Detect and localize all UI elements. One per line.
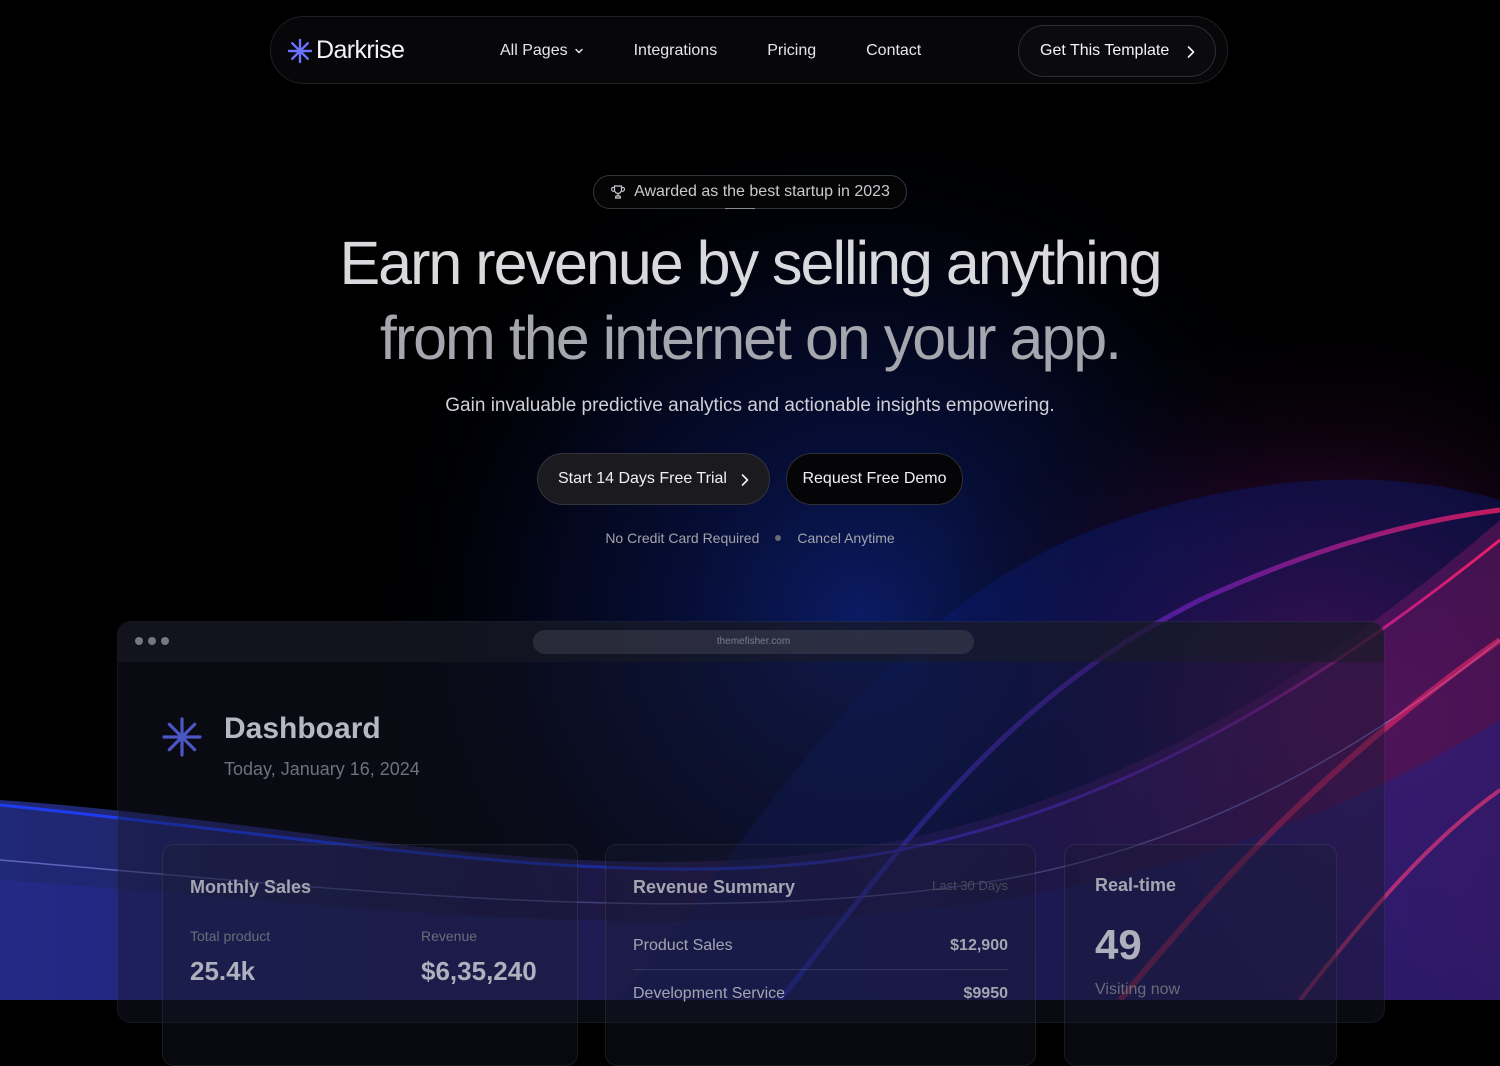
get-template-button[interactable]: Get This Template bbox=[1018, 25, 1216, 77]
monthly-sales-card: Monthly Sales Total product 25.4k Revenu… bbox=[162, 844, 578, 1066]
award-badge-text: Awarded as the best startup in 2023 bbox=[634, 183, 890, 200]
badge-underline bbox=[725, 208, 755, 209]
card-title: Monthly Sales bbox=[190, 877, 312, 897]
hero-headline-line2: from the internet on your app. bbox=[379, 304, 1122, 372]
revenue-row: Product Sales $12,900 bbox=[633, 937, 1008, 955]
hero-headline-line1: Earn revenue by selling anything bbox=[339, 229, 1162, 297]
trophy-icon bbox=[611, 185, 626, 199]
revenue-row-value: $12,900 bbox=[950, 937, 1008, 954]
chevron-down-icon bbox=[574, 48, 583, 54]
realtime-card: Real-time 49 Visiting now bbox=[1064, 844, 1337, 1066]
card-title: Revenue Summary bbox=[633, 877, 796, 897]
browser-titlebar: themefisher.com bbox=[118, 622, 1384, 662]
realtime-label: Visiting now bbox=[1095, 981, 1181, 998]
hero-notes: No Credit Card Required Cancel Anytime bbox=[0, 530, 1500, 546]
revenue-row-label: Development Service bbox=[633, 985, 786, 1002]
browser-url-bar: themefisher.com bbox=[533, 630, 974, 654]
note-cancel-anytime: Cancel Anytime bbox=[797, 530, 895, 546]
dashboard-preview-window: themefisher.com Dashboard Today, January… bbox=[117, 621, 1385, 1066]
nav-item-all-pages[interactable]: All Pages bbox=[500, 42, 584, 60]
note-no-credit-card: No Credit Card Required bbox=[605, 530, 760, 546]
window-dot bbox=[161, 637, 169, 645]
nav-item-label: Integrations bbox=[633, 42, 718, 59]
metric-label: Total product bbox=[190, 928, 271, 944]
award-badge: Awarded as the best startup in 2023 bbox=[593, 175, 907, 209]
window-controls bbox=[135, 637, 174, 645]
brand-name: Darkrise bbox=[316, 36, 405, 64]
revenue-row-label: Product Sales bbox=[633, 937, 733, 954]
nav-item-integrations[interactable]: Integrations bbox=[634, 42, 718, 60]
dashboard-title: Dashboard bbox=[224, 712, 381, 745]
asterisk-logo-icon bbox=[287, 38, 313, 63]
window-dot bbox=[135, 637, 143, 645]
request-demo-label: Request Free Demo bbox=[802, 470, 947, 487]
revenue-row-value: $9950 bbox=[963, 985, 1009, 1002]
nav-item-contact[interactable]: Contact bbox=[866, 42, 921, 60]
metric-value: 25.4k bbox=[190, 956, 256, 986]
chevron-right-icon bbox=[1187, 46, 1195, 58]
revenue-summary-card: Revenue Summary Last 30 Days Product Sal… bbox=[605, 844, 1036, 1066]
top-navbar: Darkrise All Pages Integrations Pricing … bbox=[270, 16, 1228, 84]
get-template-label: Get This Template bbox=[1040, 42, 1170, 59]
card-title: Real-time bbox=[1095, 875, 1177, 895]
realtime-value: 49 bbox=[1095, 921, 1142, 968]
period-label: Last 30 Days bbox=[932, 878, 1008, 893]
metric-label: Revenue bbox=[421, 928, 478, 944]
row-divider bbox=[633, 969, 1008, 970]
nav-item-label: All Pages bbox=[500, 42, 568, 59]
nav-item-pricing[interactable]: Pricing bbox=[767, 42, 816, 60]
asterisk-logo-icon bbox=[162, 717, 202, 757]
dashboard-date: Today, January 16, 2024 bbox=[224, 759, 420, 779]
note-separator-dot bbox=[775, 535, 782, 541]
nav-item-label: Pricing bbox=[767, 42, 817, 59]
hero-subheadline: Gain invaluable predictive analytics and… bbox=[445, 395, 1055, 416]
chevron-right-icon bbox=[741, 474, 749, 486]
metric-value: $6,35,240 bbox=[421, 956, 537, 986]
window-dot bbox=[148, 637, 156, 645]
nav-links: All Pages Integrations Pricing Contact bbox=[500, 17, 971, 85]
nav-item-label: Contact bbox=[866, 42, 922, 59]
brand-logo[interactable]: Darkrise bbox=[287, 36, 405, 65]
start-free-trial-button[interactable]: Start 14 Days Free Trial bbox=[537, 453, 770, 505]
request-demo-button[interactable]: Request Free Demo bbox=[786, 453, 963, 505]
revenue-row: Development Service $9950 bbox=[633, 985, 1008, 1003]
start-free-trial-label: Start 14 Days Free Trial bbox=[558, 470, 727, 487]
